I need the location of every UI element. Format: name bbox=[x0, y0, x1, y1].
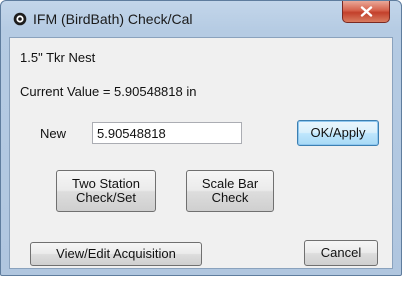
title-bar[interactable]: IFM (BirdBath) Check/Cal bbox=[1, 1, 401, 37]
close-button[interactable] bbox=[342, 1, 390, 23]
window-title: IFM (BirdBath) Check/Cal bbox=[33, 11, 193, 27]
current-value-label: Current Value = 5.90548818 in bbox=[20, 84, 197, 99]
view-edit-acquisition-button[interactable]: View/Edit Acquisition bbox=[30, 242, 202, 266]
cancel-button[interactable]: Cancel bbox=[304, 240, 378, 266]
two-station-check-button[interactable]: Two Station Check/Set bbox=[56, 170, 156, 212]
scale-bar-check-button[interactable]: Scale Bar Check bbox=[186, 170, 274, 212]
dialog-window: IFM (BirdBath) Check/Cal 1.5" Tkr Nest C… bbox=[0, 0, 402, 276]
ok-apply-button[interactable]: OK/Apply bbox=[297, 120, 379, 146]
nest-label: 1.5" Tkr Nest bbox=[20, 50, 96, 65]
close-icon bbox=[360, 6, 373, 17]
target-app-icon bbox=[13, 12, 27, 26]
new-value-input[interactable] bbox=[92, 122, 242, 144]
dialog-body: 1.5" Tkr Nest Current Value = 5.90548818… bbox=[9, 37, 393, 269]
new-value-label: New bbox=[40, 126, 67, 141]
